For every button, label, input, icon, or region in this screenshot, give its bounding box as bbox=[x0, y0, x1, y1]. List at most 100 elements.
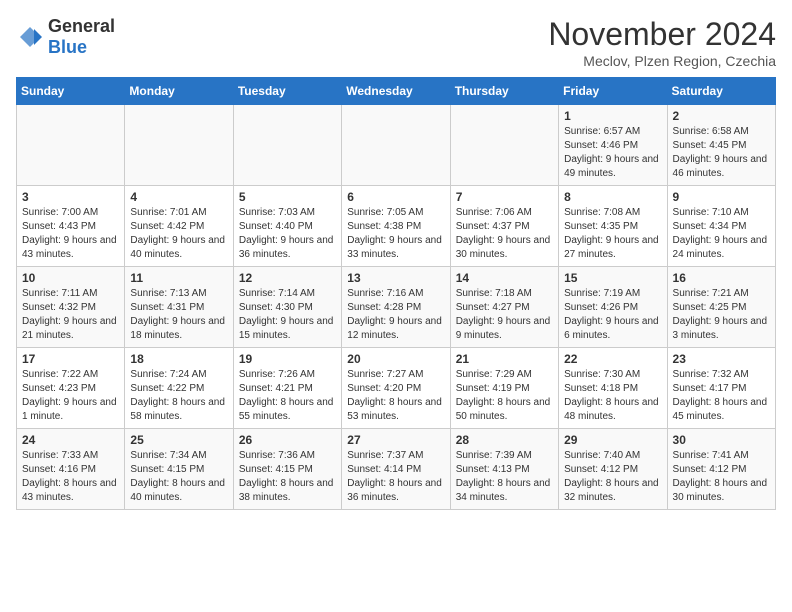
day-number: 14 bbox=[456, 271, 553, 285]
day-info: Sunrise: 7:16 AM Sunset: 4:28 PM Dayligh… bbox=[347, 287, 444, 343]
day-info: Sunrise: 7:30 AM Sunset: 4:18 PM Dayligh… bbox=[564, 368, 661, 424]
week-row-1: 3Sunrise: 7:00 AM Sunset: 4:43 PM Daylig… bbox=[17, 186, 776, 267]
week-row-4: 24 Sunrise: 7:33 AM Sunset: 4:16 PM Dayli… bbox=[17, 429, 776, 510]
day-number: 13 bbox=[347, 271, 444, 285]
calendar-cell: 3Sunrise: 7:00 AM Sunset: 4:43 PM Daylig… bbox=[17, 186, 125, 267]
day-info: Sunrise: 6:58 AM Sunset: 4:45 PM Dayligh… bbox=[673, 125, 770, 181]
calendar-cell: 27 Sunrise: 7:37 AM Sunset: 4:14 PM Dayli… bbox=[342, 429, 450, 510]
calendar-cell: 10 Sunrise: 7:11 AM Sunset: 4:32 PM Dayli… bbox=[17, 267, 125, 348]
month-title: November 2024 bbox=[548, 16, 776, 53]
calendar-cell bbox=[17, 105, 125, 186]
calendar-cell: 22 Sunrise: 7:30 AM Sunset: 4:18 PM Dayli… bbox=[559, 348, 667, 429]
day-info: Sunrise: 7:33 AM Sunset: 4:16 PM Dayligh… bbox=[22, 449, 119, 505]
day-info: Sunrise: 7:14 AM Sunset: 4:30 PM Dayligh… bbox=[239, 287, 336, 343]
week-row-3: 17 Sunrise: 7:22 AM Sunset: 4:23 PM Dayli… bbox=[17, 348, 776, 429]
calendar-cell: 18 Sunrise: 7:24 AM Sunset: 4:22 PM Dayli… bbox=[125, 348, 233, 429]
calendar-cell: 24 Sunrise: 7:33 AM Sunset: 4:16 PM Dayli… bbox=[17, 429, 125, 510]
day-number: 27 bbox=[347, 433, 444, 447]
calendar-cell: 13 Sunrise: 7:16 AM Sunset: 4:28 PM Dayli… bbox=[342, 267, 450, 348]
header-monday: Monday bbox=[125, 78, 233, 105]
day-number: 18 bbox=[130, 352, 227, 366]
day-number: 15 bbox=[564, 271, 661, 285]
day-number: 25 bbox=[130, 433, 227, 447]
day-number: 30 bbox=[673, 433, 770, 447]
day-number: 16 bbox=[673, 271, 770, 285]
day-number: 5 bbox=[239, 190, 336, 204]
day-info: Sunrise: 7:29 AM Sunset: 4:19 PM Dayligh… bbox=[456, 368, 553, 424]
calendar-header-row: SundayMondayTuesdayWednesdayThursdayFrid… bbox=[17, 78, 776, 105]
calendar-cell bbox=[342, 105, 450, 186]
day-number: 21 bbox=[456, 352, 553, 366]
day-info: Sunrise: 7:36 AM Sunset: 4:15 PM Dayligh… bbox=[239, 449, 336, 505]
day-number: 23 bbox=[673, 352, 770, 366]
calendar-cell: 12 Sunrise: 7:14 AM Sunset: 4:30 PM Dayli… bbox=[233, 267, 341, 348]
calendar-cell: 23 Sunrise: 7:32 AM Sunset: 4:17 PM Dayli… bbox=[667, 348, 775, 429]
day-info: Sunrise: 7:21 AM Sunset: 4:25 PM Dayligh… bbox=[673, 287, 770, 343]
day-info: Sunrise: 7:34 AM Sunset: 4:15 PM Dayligh… bbox=[130, 449, 227, 505]
day-info: Sunrise: 7:22 AM Sunset: 4:23 PM Dayligh… bbox=[22, 368, 119, 424]
day-info: Sunrise: 7:40 AM Sunset: 4:12 PM Dayligh… bbox=[564, 449, 661, 505]
day-info: Sunrise: 7:11 AM Sunset: 4:32 PM Dayligh… bbox=[22, 287, 119, 343]
calendar-table: SundayMondayTuesdayWednesdayThursdayFrid… bbox=[16, 77, 776, 510]
day-number: 26 bbox=[239, 433, 336, 447]
logo-text: General Blue bbox=[48, 16, 115, 58]
calendar-cell: 6Sunrise: 7:05 AM Sunset: 4:38 PM Daylig… bbox=[342, 186, 450, 267]
logo-general: General bbox=[48, 16, 115, 36]
day-info: Sunrise: 7:39 AM Sunset: 4:13 PM Dayligh… bbox=[456, 449, 553, 505]
title-area: November 2024 Meclov, Plzen Region, Czec… bbox=[548, 16, 776, 69]
calendar-cell: 21 Sunrise: 7:29 AM Sunset: 4:19 PM Dayli… bbox=[450, 348, 558, 429]
day-number: 12 bbox=[239, 271, 336, 285]
day-info: Sunrise: 7:26 AM Sunset: 4:21 PM Dayligh… bbox=[239, 368, 336, 424]
calendar-cell: 9 Sunrise: 7:10 AM Sunset: 4:34 PM Daylig… bbox=[667, 186, 775, 267]
day-info: Sunrise: 7:37 AM Sunset: 4:14 PM Dayligh… bbox=[347, 449, 444, 505]
day-number: 10 bbox=[22, 271, 119, 285]
calendar-cell: 5 Sunrise: 7:03 AM Sunset: 4:40 PM Daylig… bbox=[233, 186, 341, 267]
calendar-cell: 30Sunrise: 7:41 AM Sunset: 4:12 PM Dayli… bbox=[667, 429, 775, 510]
calendar-cell: 17 Sunrise: 7:22 AM Sunset: 4:23 PM Dayli… bbox=[17, 348, 125, 429]
week-row-2: 10 Sunrise: 7:11 AM Sunset: 4:32 PM Dayli… bbox=[17, 267, 776, 348]
day-number: 1 bbox=[564, 109, 661, 123]
day-info: Sunrise: 7:05 AM Sunset: 4:38 PM Dayligh… bbox=[347, 206, 444, 262]
day-number: 7 bbox=[456, 190, 553, 204]
calendar-cell: 20Sunrise: 7:27 AM Sunset: 4:20 PM Dayli… bbox=[342, 348, 450, 429]
header-friday: Friday bbox=[559, 78, 667, 105]
day-info: Sunrise: 7:32 AM Sunset: 4:17 PM Dayligh… bbox=[673, 368, 770, 424]
day-number: 17 bbox=[22, 352, 119, 366]
day-info: Sunrise: 7:27 AM Sunset: 4:20 PM Dayligh… bbox=[347, 368, 444, 424]
calendar-cell: 7 Sunrise: 7:06 AM Sunset: 4:37 PM Daylig… bbox=[450, 186, 558, 267]
day-number: 9 bbox=[673, 190, 770, 204]
day-info: Sunrise: 7:03 AM Sunset: 4:40 PM Dayligh… bbox=[239, 206, 336, 262]
calendar-cell bbox=[125, 105, 233, 186]
calendar-cell: 28Sunrise: 7:39 AM Sunset: 4:13 PM Dayli… bbox=[450, 429, 558, 510]
logo-blue: Blue bbox=[48, 37, 87, 57]
day-number: 2 bbox=[673, 109, 770, 123]
header-sunday: Sunday bbox=[17, 78, 125, 105]
day-info: Sunrise: 7:10 AM Sunset: 4:34 PM Dayligh… bbox=[673, 206, 770, 262]
logo-icon bbox=[16, 23, 44, 51]
day-info: Sunrise: 7:24 AM Sunset: 4:22 PM Dayligh… bbox=[130, 368, 227, 424]
day-number: 29 bbox=[564, 433, 661, 447]
header-saturday: Saturday bbox=[667, 78, 775, 105]
day-info: Sunrise: 7:06 AM Sunset: 4:37 PM Dayligh… bbox=[456, 206, 553, 262]
calendar-cell: 8Sunrise: 7:08 AM Sunset: 4:35 PM Daylig… bbox=[559, 186, 667, 267]
calendar-cell: 29 Sunrise: 7:40 AM Sunset: 4:12 PM Dayli… bbox=[559, 429, 667, 510]
calendar-cell: 25 Sunrise: 7:34 AM Sunset: 4:15 PM Dayli… bbox=[125, 429, 233, 510]
day-number: 24 bbox=[22, 433, 119, 447]
header-tuesday: Tuesday bbox=[233, 78, 341, 105]
day-number: 4 bbox=[130, 190, 227, 204]
header-wednesday: Wednesday bbox=[342, 78, 450, 105]
calendar-cell: 15Sunrise: 7:19 AM Sunset: 4:26 PM Dayli… bbox=[559, 267, 667, 348]
calendar-cell: 4Sunrise: 7:01 AM Sunset: 4:42 PM Daylig… bbox=[125, 186, 233, 267]
location-subtitle: Meclov, Plzen Region, Czechia bbox=[548, 53, 776, 69]
calendar-cell: 16 Sunrise: 7:21 AM Sunset: 4:25 PM Dayli… bbox=[667, 267, 775, 348]
day-number: 8 bbox=[564, 190, 661, 204]
day-number: 11 bbox=[130, 271, 227, 285]
calendar-cell: 14Sunrise: 7:18 AM Sunset: 4:27 PM Dayli… bbox=[450, 267, 558, 348]
calendar-cell: 19Sunrise: 7:26 AM Sunset: 4:21 PM Dayli… bbox=[233, 348, 341, 429]
day-number: 22 bbox=[564, 352, 661, 366]
header-thursday: Thursday bbox=[450, 78, 558, 105]
day-info: Sunrise: 6:57 AM Sunset: 4:46 PM Dayligh… bbox=[564, 125, 661, 181]
page-header: General Blue November 2024 Meclov, Plzen… bbox=[16, 16, 776, 69]
logo: General Blue bbox=[16, 16, 115, 58]
day-number: 3 bbox=[22, 190, 119, 204]
